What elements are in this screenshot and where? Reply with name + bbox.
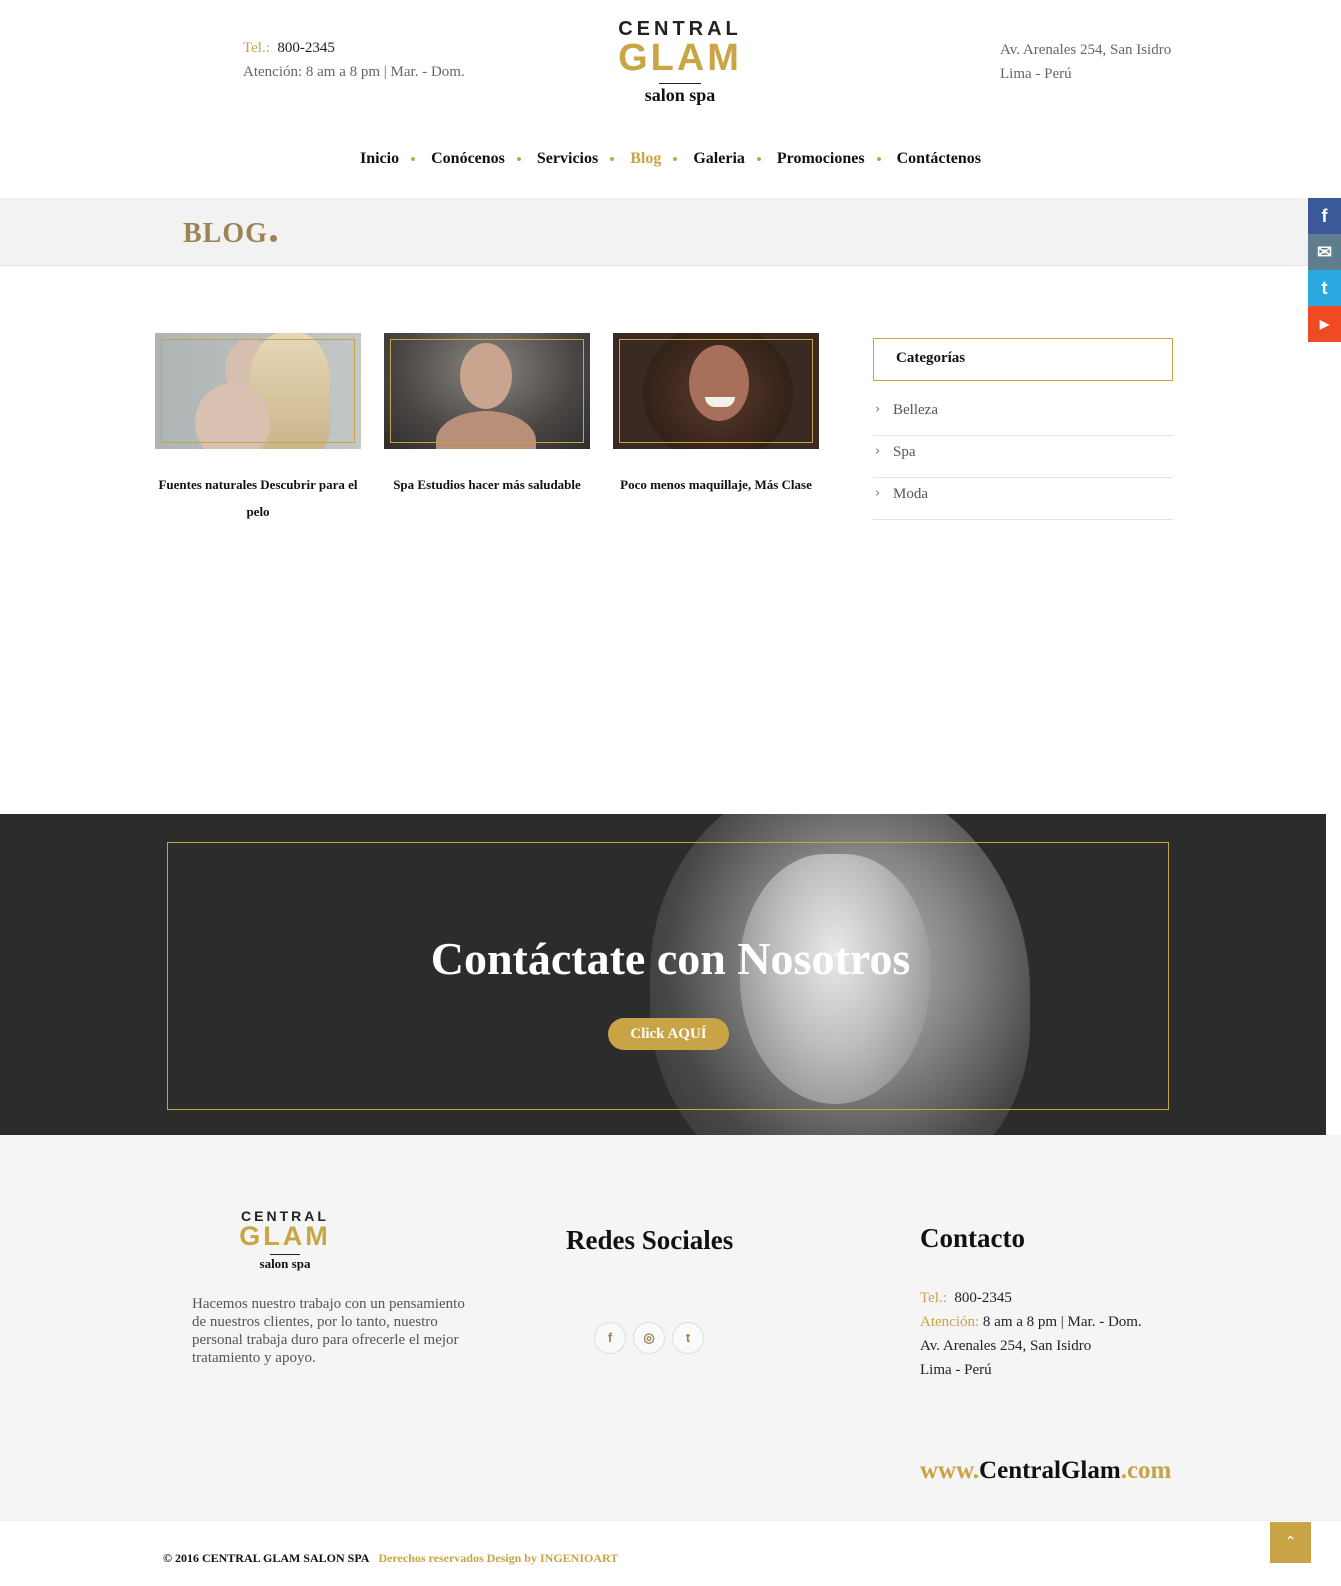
nav-servicios[interactable]: Servicios bbox=[530, 150, 605, 168]
hours-text: Atención: 8 am a 8 pm | Mar. - Dom. bbox=[243, 64, 465, 80]
nav-separator bbox=[673, 157, 678, 162]
footer-tel-label: Tel.: bbox=[920, 1290, 947, 1306]
image-frame bbox=[161, 339, 355, 443]
blog-post-card[interactable]: Poco menos maquillaje, Más Clase bbox=[613, 333, 819, 498]
blog-post-card[interactable]: Spa Estudios hacer más saludable bbox=[384, 333, 590, 498]
post-title[interactable]: Poco menos maquillaje, Más Clase bbox=[613, 471, 819, 498]
nav-separator bbox=[516, 157, 521, 162]
facebook-icon[interactable]: f bbox=[1308, 198, 1341, 234]
nav-separator bbox=[756, 157, 761, 162]
facebook-icon[interactable]: f bbox=[594, 1322, 626, 1354]
post-image[interactable] bbox=[155, 333, 361, 449]
nav-galeria[interactable]: Galeria bbox=[686, 150, 752, 168]
header-contact: Tel.: 800-2345 Atención: 8 am a 8 pm | M… bbox=[243, 36, 465, 84]
post-title[interactable]: Fuentes naturales Descubrir para el pelo bbox=[155, 471, 361, 525]
logo-rule bbox=[270, 1254, 300, 1255]
nav-conocenos[interactable]: Conócenos bbox=[424, 150, 512, 168]
header-address: Av. Arenales 254, San Isidro Lima - Perú bbox=[1000, 38, 1171, 86]
category-item[interactable]: › Moda bbox=[873, 478, 1173, 520]
chevron-right-icon: › bbox=[875, 402, 881, 417]
logo-salon-spa: salon spa bbox=[644, 85, 716, 105]
category-label[interactable]: Spa bbox=[893, 444, 916, 461]
logo-salon-spa: salon spa bbox=[259, 1256, 311, 1271]
logo-glam: GLAM bbox=[239, 1221, 331, 1251]
email-icon[interactable]: ✉ bbox=[1308, 234, 1341, 270]
category-label[interactable]: Belleza bbox=[893, 402, 938, 419]
blog-post-card[interactable]: Fuentes naturales Descubrir para el pelo bbox=[155, 333, 361, 525]
chevron-right-icon: › bbox=[875, 444, 881, 459]
copyright-bar: © 2016 CENTRAL GLAM SALON SPA Derechos r… bbox=[0, 1520, 1341, 1586]
categories-list: › Belleza › Spa › Moda bbox=[873, 394, 1173, 520]
footer-social-icons: f ◎ t bbox=[594, 1322, 707, 1354]
page-title-bar: BLOG bbox=[0, 198, 1326, 266]
footer-about-text: Hacemos nuestro trabajo con un pensamien… bbox=[192, 1296, 465, 1366]
post-image[interactable] bbox=[384, 333, 590, 449]
site-logo[interactable]: CENTRAL GLAM salon spa bbox=[605, 18, 755, 106]
www-name: CentralGlam bbox=[979, 1457, 1121, 1484]
footer-tel-value[interactable]: 800-2345 bbox=[954, 1290, 1012, 1306]
copyright-main: © 2016 CENTRAL GLAM SALON SPA bbox=[163, 1551, 370, 1565]
post-title[interactable]: Spa Estudios hacer más saludable bbox=[384, 471, 590, 498]
copyright-credits[interactable]: Derechos reservados Design by INGENIOART bbox=[378, 1551, 618, 1565]
copyright-text: © 2016 CENTRAL GLAM SALON SPA Derechos r… bbox=[163, 1551, 618, 1566]
address-line1: Av. Arenales 254, San Isidro bbox=[1000, 42, 1172, 58]
nav-separator bbox=[876, 157, 881, 162]
footer-contact-info: Tel.: 800-2345 Atención: 8 am a 8 pm | M… bbox=[920, 1286, 1142, 1382]
category-label[interactable]: Moda bbox=[893, 486, 928, 503]
nav-inicio[interactable]: Inicio bbox=[353, 150, 406, 168]
tel-value[interactable]: 800-2345 bbox=[277, 40, 335, 56]
website-url[interactable]: www.CentralGlam.com bbox=[920, 1457, 1171, 1485]
address-line2: Lima - Perú bbox=[1000, 66, 1072, 82]
www-prefix: www. bbox=[920, 1457, 980, 1484]
instagram-icon[interactable]: ◎ bbox=[633, 1322, 665, 1354]
contact-banner: Contáctate con Nosotros Click AQUÍ bbox=[0, 814, 1326, 1135]
footer: CENTRAL GLAM salon spa Hacemos nuestro t… bbox=[0, 1135, 1341, 1520]
social-heading: Redes Sociales bbox=[566, 1225, 734, 1255]
twitter-icon[interactable]: t bbox=[1308, 270, 1341, 306]
www-suffix: .com bbox=[1120, 1457, 1172, 1484]
footer-address-line1: Av. Arenales 254, San Isidro bbox=[920, 1338, 1092, 1354]
logo-rule bbox=[659, 83, 701, 84]
tel-label: Tel.: bbox=[243, 40, 270, 56]
chevron-right-icon: › bbox=[875, 486, 881, 501]
image-frame bbox=[390, 339, 584, 443]
categories-heading: Categorías bbox=[896, 350, 966, 366]
categories-heading-box: Categorías bbox=[873, 338, 1173, 381]
nav-blog[interactable]: Blog bbox=[623, 150, 668, 168]
tumblr-icon[interactable]: t bbox=[672, 1322, 704, 1354]
category-item[interactable]: › Belleza bbox=[873, 394, 1173, 436]
footer-logo[interactable]: CENTRAL GLAM salon spa bbox=[233, 1208, 337, 1272]
post-image[interactable] bbox=[613, 333, 819, 449]
back-to-top-button[interactable]: ⌃ bbox=[1270, 1522, 1311, 1563]
contact-heading: Contacto bbox=[920, 1223, 1025, 1253]
side-social-bar: f ✉ t ▶ bbox=[1308, 198, 1341, 342]
footer-address-line2: Lima - Perú bbox=[920, 1362, 992, 1378]
main-nav: Inicio Conócenos Servicios Blog Galeria … bbox=[0, 150, 1341, 168]
page-title: BLOG bbox=[183, 218, 268, 249]
banner-click-button[interactable]: Click AQUÍ bbox=[608, 1018, 729, 1050]
youtube-icon[interactable]: ▶ bbox=[1308, 306, 1341, 342]
nav-promociones[interactable]: Promociones bbox=[770, 150, 872, 168]
nav-separator bbox=[411, 157, 416, 162]
nav-contactenos[interactable]: Contáctenos bbox=[890, 150, 988, 168]
title-dot bbox=[270, 235, 277, 242]
image-frame bbox=[619, 339, 813, 443]
footer-hours-label: Atención: bbox=[920, 1314, 980, 1330]
category-item[interactable]: › Spa bbox=[873, 436, 1173, 478]
banner-heading: Contáctate con Nosotros bbox=[430, 933, 911, 984]
footer-hours-value: 8 am a 8 pm | Mar. - Dom. bbox=[982, 1314, 1142, 1330]
logo-glam: GLAM bbox=[618, 37, 742, 79]
nav-separator bbox=[610, 157, 615, 162]
